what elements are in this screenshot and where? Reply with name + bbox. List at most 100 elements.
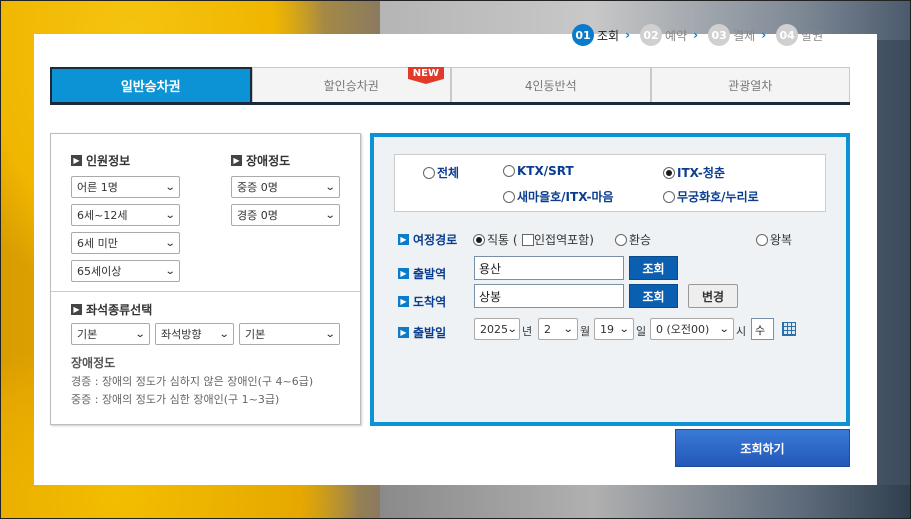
select-value: 2025 [480, 322, 508, 336]
radio-circle [756, 233, 768, 246]
arrival-label: ▶ 도착역 [398, 293, 446, 310]
route-transfer-radio[interactable]: 환승 [615, 231, 651, 248]
chevron-right-icon: › [761, 28, 767, 42]
search-trains-button[interactable]: 조회하기 [675, 429, 850, 467]
chevron-down-icon: ⌄ [618, 323, 630, 335]
select-value: 19 [600, 322, 614, 336]
route-roundtrip-radio[interactable]: 왕복 [756, 231, 792, 248]
step-number: 01 [572, 24, 594, 46]
divider [51, 291, 360, 292]
checkbox-label: 인접역포함) [534, 233, 594, 247]
radio-label: 무궁화호/누리로 [677, 190, 759, 204]
senior-select[interactable]: 65세이상 ⌄ [71, 260, 180, 282]
train-type-box: 전체 KTX/SRT ITX-청춘 새마을호/ITX-마음 무궁화호/누리로 [394, 154, 826, 212]
step-reserve: 02 예약 › [640, 24, 698, 46]
step-indicator: 01 조회 › 02 예약 › 03 결제 › 04 발권 [572, 24, 833, 46]
train-type-itx-youth-radio[interactable]: ITX-청춘 [663, 164, 725, 181]
tab-tour[interactable]: 관광열차 [650, 67, 850, 102]
new-badge: NEW [407, 67, 444, 84]
include-adjacent-checkbox[interactable]: 인접역포함) [522, 231, 594, 248]
chevron-down-icon: ⌄ [324, 328, 336, 340]
adult-select[interactable]: 어른 1명 ⌄ [71, 176, 180, 198]
train-type-all-radio[interactable]: 전체 [423, 164, 459, 181]
field-label-text: 출발일 [413, 326, 447, 340]
radio-label: 환승 [629, 233, 652, 247]
select-value: 중증 0명 [237, 181, 278, 194]
departure-station-input[interactable]: 용산 [474, 256, 624, 280]
chevron-down-icon: ⌄ [506, 323, 518, 335]
disability-title: ▶ 장애정도 [231, 152, 290, 169]
chevron-down-icon: ⌄ [164, 209, 176, 221]
train-type-ktx-radio[interactable]: KTX/SRT [503, 164, 574, 178]
tab-label: 일반승차권 [120, 80, 181, 95]
select-value: 기본 [77, 328, 98, 341]
select-value: 어른 1명 [77, 181, 118, 194]
section-arrow-icon: ▶ [71, 155, 82, 166]
hour-unit: 시 [736, 325, 747, 338]
month-unit: 월 [580, 325, 591, 338]
step-label: 예약 [665, 28, 688, 43]
mild-disability-select[interactable]: 경증 0명 ⌄ [231, 204, 340, 226]
passenger-info-title: ▶ 인원정보 [71, 152, 130, 169]
chevron-down-icon: ⌄ [164, 237, 176, 249]
severe-disability-select[interactable]: 중증 0명 ⌄ [231, 176, 340, 198]
seat-type-select[interactable]: 기본 ⌄ [71, 323, 150, 345]
radio-label: 왕복 [770, 233, 793, 247]
seat-direction-select[interactable]: 좌석방향 ⌄ [155, 323, 234, 345]
tab-group4[interactable]: 4인동반석 [451, 67, 651, 102]
section-title-text: 인원정보 [86, 154, 131, 168]
seat-type-title: ▶ 좌석종류선택 [71, 301, 152, 318]
seat-position-select[interactable]: 기본 ⌄ [239, 323, 340, 345]
chevron-down-icon: ⌄ [324, 181, 336, 193]
step-label: 결제 [733, 28, 756, 43]
chevron-down-icon: ⌄ [164, 265, 176, 277]
swap-stations-button[interactable]: 변경 [688, 284, 738, 308]
step-label: 조회 [597, 28, 620, 43]
train-type-saemaeul-radio[interactable]: 새마을호/ITX-마음 [503, 188, 614, 205]
radio-circle [503, 190, 515, 203]
section-title-text: 좌석종류선택 [86, 303, 153, 317]
month-select[interactable]: 2 ⌄ [538, 318, 578, 340]
select-value: 65세이상 [77, 265, 122, 278]
passenger-options-box: ▶ 인원정보 어른 1명 ⌄ 6세~12세 ⌄ 6세 미만 ⌄ 65세이상 ⌄ ▶ 장애… [50, 133, 361, 425]
child-select[interactable]: 6세~12세 ⌄ [71, 204, 180, 226]
day-select[interactable]: 19 ⌄ [594, 318, 634, 340]
radio-label: 새마을호/ITX-마음 [517, 190, 614, 204]
departure-date-label: ▶ 출발일 [398, 324, 446, 341]
select-value: 좌석방향 [161, 328, 202, 341]
step-issue: 04 발권 [776, 24, 823, 46]
year-select[interactable]: 2025 ⌄ [474, 318, 520, 340]
mild-note: 경증 : 장애의 정도가 심하지 않은 장애인(구 4~6급) [71, 375, 314, 388]
step-payment: 03 결제 › [708, 24, 766, 46]
radio-circle [663, 190, 675, 203]
tab-discount[interactable]: 할인승차권 NEW [251, 67, 451, 102]
select-value: 경증 0명 [237, 209, 278, 222]
chevron-right-icon: › [625, 28, 631, 42]
tab-label: 할인승차권 [323, 78, 379, 93]
tab-label: 4인동반석 [524, 78, 577, 93]
route-direct-radio[interactable]: 직통 ( [473, 231, 518, 248]
tab-label: 관광열차 [728, 78, 773, 93]
calendar-icon[interactable] [782, 322, 796, 336]
section-arrow-icon: ▶ [398, 327, 409, 338]
tab-general[interactable]: 일반승차권 [50, 67, 252, 102]
train-type-mugunghwa-radio[interactable]: 무궁화호/누리로 [663, 188, 759, 205]
radio-circle [615, 233, 627, 246]
disability-note-title: 장애정도 [71, 356, 116, 370]
chevron-down-icon: ⌄ [562, 323, 574, 335]
route-search-box: 전체 KTX/SRT ITX-청춘 새마을호/ITX-마음 무궁화호/누리로 ▶… [370, 133, 850, 426]
departure-label: ▶ 출발역 [398, 265, 446, 282]
step-search: 01 조회 › [572, 24, 630, 46]
arrival-station-input[interactable]: 상봉 [474, 284, 624, 308]
radio-circle [423, 166, 435, 179]
arrival-search-button[interactable]: 조회 [629, 284, 678, 308]
infant-select[interactable]: 6세 미만 ⌄ [71, 232, 180, 254]
hour-select[interactable]: 0 (오전00) ⌄ [650, 318, 734, 340]
section-title-text: 장애정도 [246, 154, 291, 168]
radio-circle [503, 165, 515, 177]
step-number: 02 [640, 24, 663, 46]
route-label: ▶ 여정경로 [398, 231, 457, 248]
select-value: 6세 미만 [77, 237, 118, 250]
severe-note: 중증 : 장애의 정도가 심한 장애인(구 1~3급) [71, 393, 280, 406]
departure-search-button[interactable]: 조회 [629, 256, 678, 280]
